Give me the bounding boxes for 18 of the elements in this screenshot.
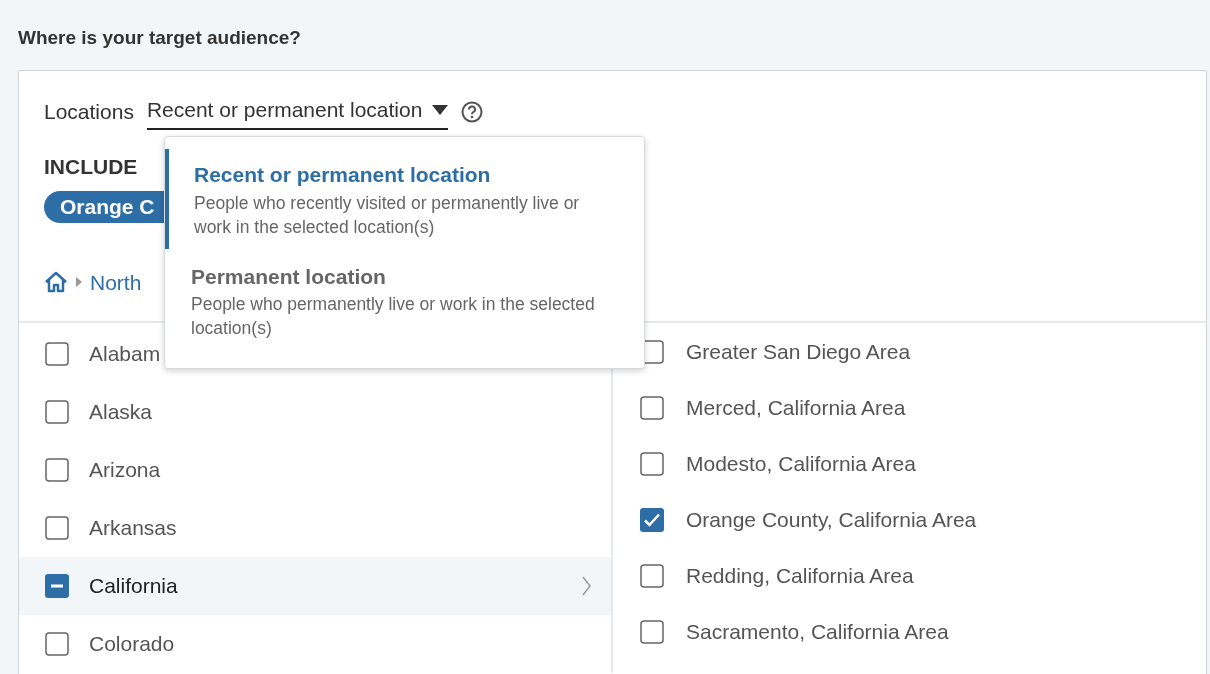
option-title: Recent or permanent location (194, 162, 492, 188)
area-name: Sacramento, California Area (686, 619, 949, 646)
state-name: Colorado (89, 631, 175, 658)
option-description: People who permanently live or work in the selected location(s) (191, 293, 596, 340)
area-name: Merced, California Area (686, 395, 906, 422)
state-name: Alabam (89, 341, 161, 368)
include-label: INCLUDE (44, 154, 138, 180)
state-name: Alaska (89, 399, 153, 426)
state-name: Arizona (89, 457, 161, 484)
area-name: Redding, California Area (686, 563, 914, 590)
area-name: Greater San Diego Area (686, 339, 911, 366)
state-name: Arkansas (89, 515, 177, 542)
area-name: Modesto, California Area (686, 451, 916, 478)
locations-label: Locations (44, 99, 134, 126)
area-name: Orange County, California Area (686, 507, 977, 534)
section-heading: Where is your target audience? (18, 26, 302, 50)
state-name: California (89, 573, 178, 600)
option-title: Permanent location (191, 263, 387, 290)
